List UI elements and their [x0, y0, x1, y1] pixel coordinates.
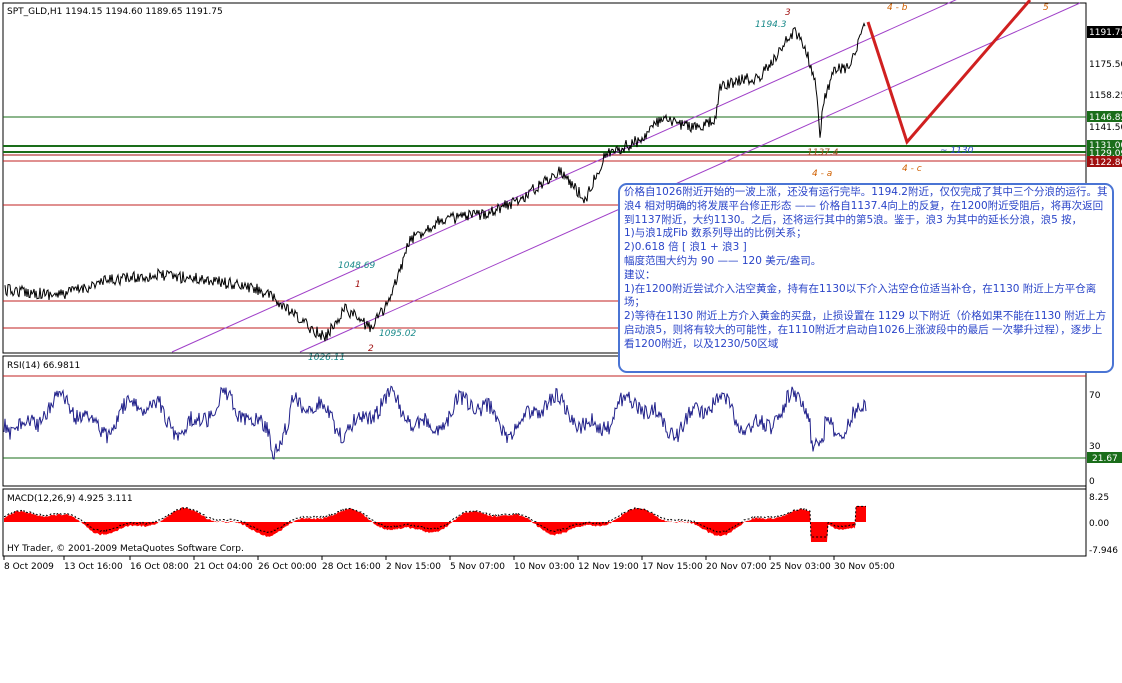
forecast-path	[866, 0, 1032, 145]
copyright-text: HY Trader, © 2001-2009 MetaQuotes Softwa…	[7, 544, 244, 554]
rsi-title: RSI(14) 66.9811	[7, 361, 80, 371]
label-wave4b: 4 - b	[887, 3, 908, 13]
time-axis-label: 2 Nov 15:00	[386, 562, 441, 572]
label-1095: 1095.02	[379, 329, 416, 339]
note-line: 幅度范围大约为 90 —— 120 美元/盎司。	[624, 254, 822, 267]
time-axis-label: 20 Nov 07:00	[706, 562, 767, 572]
time-axis-label: 25 Nov 03:00	[770, 562, 831, 572]
label-wave3: 3	[785, 8, 791, 18]
note-line: 1)在1200附近尝试介入沽空黄金，持有在1130以下介入沽空仓位适当补仓，在1…	[624, 282, 1097, 309]
label-1194: 1194.3	[755, 20, 787, 30]
time-axis-label: 12 Nov 19:00	[578, 562, 639, 572]
note-line: 1)与浪1成Fib 数系列导出的比例关系；	[624, 227, 807, 240]
macd-signal-line	[4, 505, 866, 538]
badge-current-price: 1191.75	[1089, 28, 1122, 38]
rsi-tick-30: 30	[1089, 442, 1101, 452]
note-line: 2)0.618 倍 [ 浪1 + 浪3 ]	[624, 241, 747, 254]
note-line: 价格自1026附近开始的一波上涨，还没有运行完毕。1194.2附近，仅仅完成了其…	[624, 186, 1108, 226]
label-wave2: 2	[368, 344, 374, 354]
time-axis-label: 28 Oct 16:00	[322, 562, 381, 572]
time-axis-label: 10 Nov 03:00	[514, 562, 575, 572]
label-wave1: 1	[355, 280, 361, 290]
rsi-tick-0: 0	[1089, 477, 1095, 487]
label-1026: 1026.11	[308, 353, 345, 363]
label-wave5: 5	[1043, 3, 1049, 13]
time-axis-label: 8 Oct 2009	[4, 562, 54, 572]
rsi-badge: 21.67	[1092, 454, 1118, 464]
time-axis-label: 30 Nov 05:00	[834, 562, 895, 572]
macd-histogram	[4, 506, 866, 542]
label-approx-1130: ~ 1130	[940, 146, 974, 156]
time-axis-label: 26 Oct 00:00	[258, 562, 317, 572]
time-axis-label: 17 Nov 15:00	[642, 562, 703, 572]
chart-symbol-title: SPT_GLD,H1 1194.15 1194.60 1189.65 1191.…	[7, 7, 223, 17]
macd-title: MACD(12,26,9) 4.925 3.111	[7, 494, 133, 504]
time-axis-label: 16 Oct 08:00	[130, 562, 189, 572]
label-wave4a: 4 - a	[812, 169, 832, 179]
analysis-note-box: 价格自1026附近开始的一波上涨，还没有运行完毕。1194.2附近，仅仅完成了其…	[618, 183, 1114, 373]
badge-1146: 1146.85	[1089, 113, 1122, 123]
price-tick: 1141.50	[1089, 123, 1122, 133]
time-axis-label: 21 Oct 04:00	[194, 562, 253, 572]
macd-tick-zero: 0.00	[1089, 519, 1109, 529]
time-axis-label: 13 Oct 16:00	[64, 562, 123, 572]
label-1137: 1137.4	[807, 148, 839, 158]
rsi-line	[3, 385, 867, 460]
label-wave4c: 4 - c	[902, 164, 922, 174]
macd-tick-bottom: -7.946	[1089, 546, 1118, 556]
note-line: 建议：	[624, 268, 656, 281]
price-tick: 1175.50	[1089, 60, 1122, 70]
price-tick: 1158.25	[1089, 91, 1122, 101]
label-1048: 1048.69	[338, 261, 375, 271]
note-line: 2)等待在1130 附近上方介入黄金的买盘，止损设置在 1129 以下附近（价格…	[624, 310, 1107, 350]
time-axis: 8 Oct 2009 13 Oct 16:00 16 Oct 08:00 21 Oct…	[3, 556, 895, 572]
macd-tick-top: 8.25	[1089, 493, 1109, 503]
time-axis-label: 5 Nov 07:00	[450, 562, 505, 572]
rsi-tick-70: 70	[1089, 391, 1101, 401]
badge-1122: 1122.80	[1089, 158, 1122, 168]
